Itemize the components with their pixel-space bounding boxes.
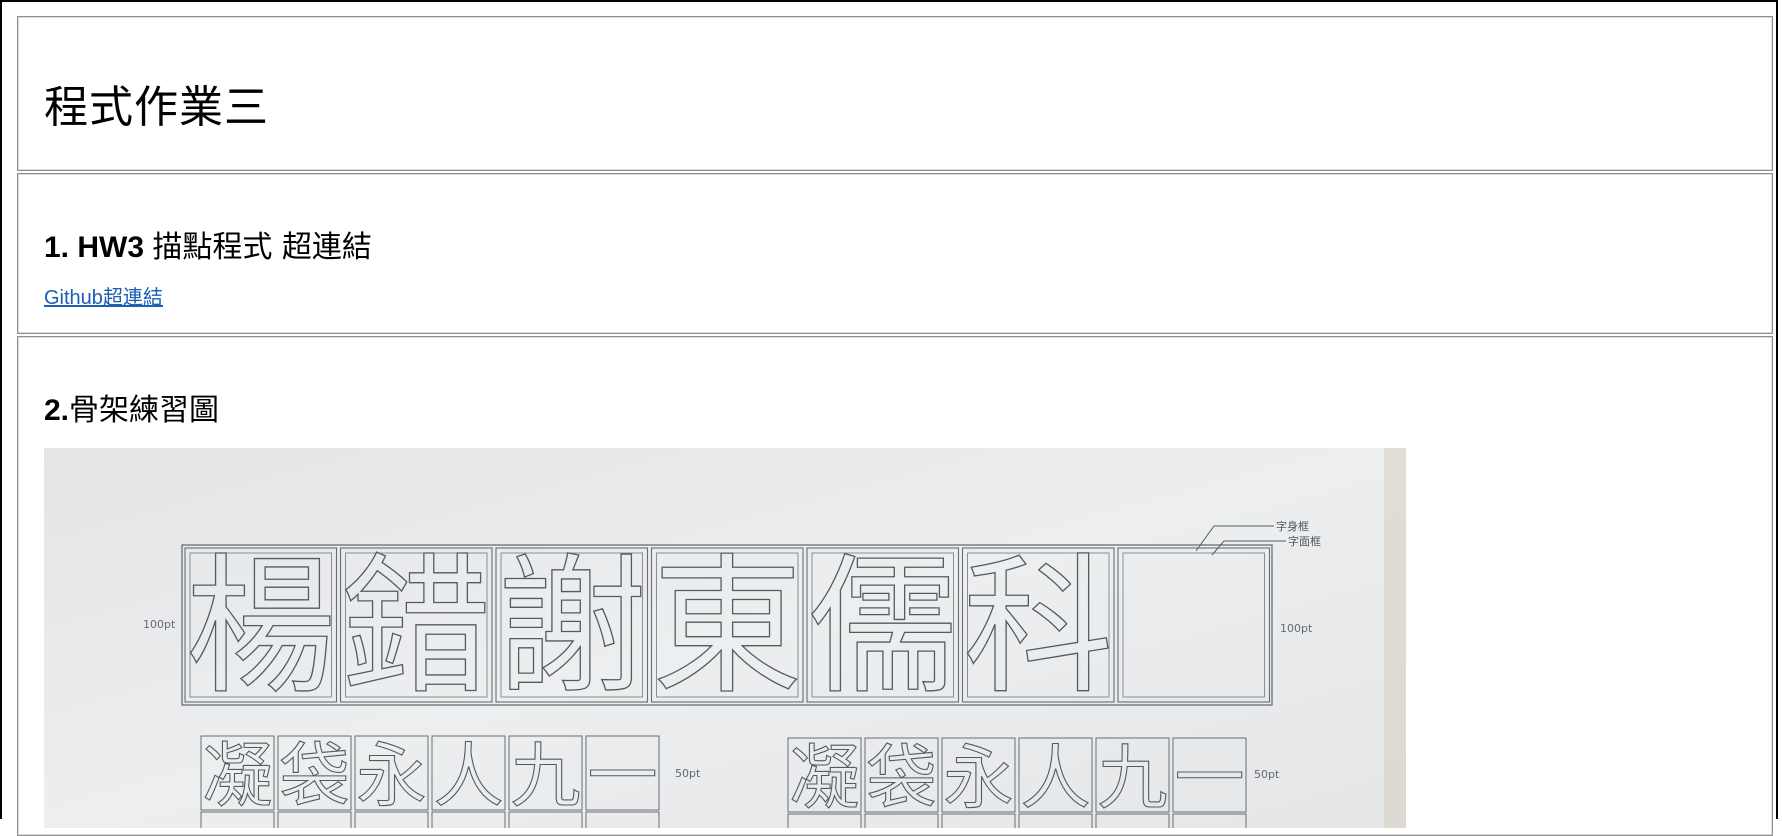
- large-character-cells: 楊錯謝東儒科: [184, 540, 1271, 716]
- small-size-label-right: 50pt: [1254, 768, 1280, 781]
- section-skeleton-card: 2.骨架練習圖 楊錯謝東儒科 字身框 字面框 100pt 100pt 凝 袋 永…: [17, 336, 1773, 836]
- paper-edge: [1384, 448, 1406, 828]
- small-practice-char: 人: [1021, 737, 1091, 819]
- small-size-label-left: 50pt: [675, 767, 701, 780]
- section-1-number: 1. HW3: [44, 231, 145, 264]
- section-2-heading: 2.骨架練習圖: [44, 385, 219, 429]
- large-practice-char: 楊: [186, 541, 336, 715]
- practice-sheet: 楊錯謝東儒科 字身框 字面框 100pt 100pt 凝袋永人九一 凝袋永人九一…: [44, 448, 1406, 828]
- small-practice-char: 一: [588, 735, 658, 817]
- small-practice-char: 一: [1175, 737, 1245, 819]
- large-practice-char: 科: [963, 541, 1113, 715]
- section-2-number: 2.: [44, 394, 70, 427]
- section-1-heading: 1. HW3 描點程式 超連結: [44, 222, 372, 266]
- small-practice-char: 九: [511, 735, 581, 817]
- page-title: 程式作業三: [44, 82, 269, 133]
- section-1-heading-text: 描點程式 超連結: [152, 230, 372, 265]
- large-practice-char: 儒: [808, 541, 958, 715]
- skeleton-practice-photo: 楊錯謝東儒科 字身框 字面框 100pt 100pt 凝袋永人九一 凝袋永人九一…: [44, 448, 1406, 828]
- title-card: 程式作業三: [17, 16, 1773, 171]
- small-practice-char: 永: [944, 737, 1014, 819]
- face-frame-label: 字面框: [1288, 534, 1321, 548]
- small-practice-char: 凝: [203, 735, 273, 817]
- small-practice-char: 袋: [280, 735, 350, 817]
- large-size-label-left: 100pt: [143, 618, 176, 631]
- large-practice-char: 錯: [341, 541, 491, 715]
- small-practice-char: 九: [1098, 737, 1168, 819]
- large-practice-char: 東: [652, 541, 802, 715]
- large-size-label-right: 100pt: [1280, 622, 1313, 635]
- github-link[interactable]: Github超連結: [44, 281, 163, 310]
- section-2-heading-text: 骨架練習圖: [69, 393, 220, 428]
- small-practice-char: 袋: [867, 737, 937, 819]
- body-frame-label: 字身框: [1276, 519, 1309, 533]
- small-practice-char: 人: [434, 735, 504, 817]
- section-hw3-card: 1. HW3 描點程式 超連結 Github超連結: [17, 173, 1773, 334]
- small-practice-char: 永: [357, 735, 427, 817]
- small-practice-char: 凝: [790, 737, 860, 819]
- large-practice-char: 謝: [497, 541, 647, 715]
